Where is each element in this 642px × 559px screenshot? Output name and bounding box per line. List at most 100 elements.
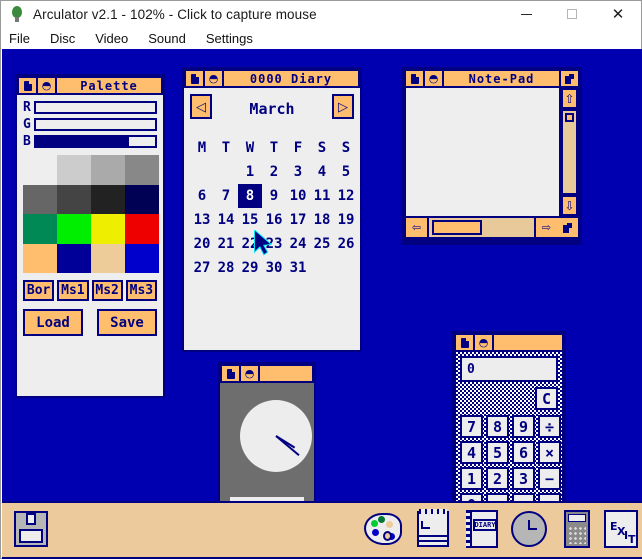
calendar-day-9[interactable]: 9 [262, 184, 286, 208]
calendar-day-24[interactable]: 24 [286, 232, 310, 256]
slider-g[interactable] [34, 118, 157, 131]
store-icon[interactable] [186, 71, 205, 86]
calendar-day-11[interactable]: 11 [310, 184, 334, 208]
calendar-grid[interactable]: MTWTFSS123456789101112131415161718192021… [190, 136, 358, 280]
calendar-day-21[interactable]: 21 [214, 232, 238, 256]
iconbar-diary-icon[interactable]: DIARY [460, 507, 504, 551]
calculator-key-4[interactable]: 4 [460, 441, 483, 464]
calendar-day-6[interactable]: 6 [190, 184, 214, 208]
color-swatch-9[interactable] [57, 214, 91, 244]
color-swatch-8[interactable] [23, 214, 57, 244]
calendar-day-10[interactable]: 10 [286, 184, 310, 208]
mouse3-button[interactable]: Ms3 [126, 280, 157, 301]
calendar-day-12[interactable]: 12 [334, 184, 358, 208]
color-swatch-3[interactable] [125, 155, 159, 185]
menu-disc[interactable]: Disc [50, 31, 75, 46]
toggle-size-icon[interactable] [559, 71, 578, 86]
store-icon[interactable] [456, 335, 475, 350]
calendar-day-28[interactable]: 28 [214, 256, 238, 280]
palette-window[interactable]: ◓ Palette R G B Bor M [15, 74, 165, 398]
iconbar-exit-icon[interactable]: E X I T [600, 507, 642, 551]
calculator-key-3[interactable]: 3 [512, 467, 535, 490]
slider-row-b[interactable]: B [23, 134, 157, 149]
slider-r[interactable] [34, 101, 157, 114]
calendar-day-16[interactable]: 16 [262, 208, 286, 232]
slider-row-g[interactable]: G [23, 117, 157, 132]
calculator-key-7[interactable]: 7 [460, 415, 483, 438]
iconbar-save-icon[interactable] [10, 507, 54, 551]
menu-file[interactable]: File [9, 31, 30, 46]
calendar-day-29[interactable]: 29 [238, 256, 262, 280]
color-swatch-1[interactable] [57, 155, 91, 185]
calculator-key-8[interactable]: 8 [486, 415, 509, 438]
save-button[interactable]: Save [97, 309, 157, 336]
color-swatch-15[interactable] [125, 244, 159, 274]
menu-settings[interactable]: Settings [206, 31, 253, 46]
mouse2-button[interactable]: Ms2 [92, 280, 123, 301]
close-icon[interactable]: ◓ [241, 366, 260, 381]
menu-video[interactable]: Video [95, 31, 128, 46]
calculator-key-2[interactable]: 2 [486, 467, 509, 490]
calendar-day-14[interactable]: 14 [214, 208, 238, 232]
calculator-titlebar[interactable]: ◓ [454, 333, 564, 352]
slider-row-r[interactable]: R [23, 100, 157, 115]
calendar-day-4[interactable]: 4 [310, 160, 334, 184]
diary-titlebar[interactable]: ◓ 0000 Diary [184, 69, 360, 88]
color-swatch-12[interactable] [23, 244, 57, 274]
calculator-key-6[interactable]: 6 [512, 441, 535, 464]
scroll-down-icon[interactable]: ⇩ [561, 195, 578, 216]
calendar-day-1[interactable]: 1 [238, 160, 262, 184]
close-button[interactable]: ✕ [595, 1, 641, 27]
resize-handle-icon[interactable] [557, 218, 578, 237]
maximize-button[interactable] [549, 1, 595, 27]
calendar-day-26[interactable]: 26 [334, 232, 358, 256]
close-icon[interactable]: ◓ [425, 71, 444, 86]
calendar-day-31[interactable]: 31 [286, 256, 310, 280]
calendar-day-27[interactable]: 27 [190, 256, 214, 280]
riscos-desktop[interactable]: ◓ Palette R G B Bor M [2, 49, 642, 559]
mouse1-button[interactable]: Ms1 [57, 280, 88, 301]
calculator-key-clear[interactable]: C [535, 387, 558, 410]
vertical-scroll-track[interactable] [561, 109, 578, 195]
iconbar-palette-icon[interactable] [362, 507, 406, 551]
calendar-day-18[interactable]: 18 [310, 208, 334, 232]
color-swatch-grid[interactable] [23, 155, 159, 273]
notepad-text-area[interactable] [404, 88, 559, 218]
slider-b[interactable] [34, 135, 157, 148]
close-icon[interactable]: ◓ [205, 71, 224, 86]
palette-titlebar[interactable]: ◓ Palette [17, 76, 163, 95]
calendar-day-30[interactable]: 30 [262, 256, 286, 280]
color-swatch-2[interactable] [91, 155, 125, 185]
color-swatch-14[interactable] [91, 244, 125, 274]
iconbar-clock-icon[interactable] [507, 507, 551, 551]
scroll-left-icon[interactable]: ⇦ [406, 218, 427, 237]
calendar-day-3[interactable]: 3 [286, 160, 310, 184]
notepad-window[interactable]: ◓ Note-Pad ⇧ ⇩ ⇦ ⇨ [402, 67, 582, 245]
scroll-right-icon[interactable]: ⇨ [536, 218, 557, 237]
color-swatch-0[interactable] [23, 155, 57, 185]
calendar-day-7[interactable]: 7 [214, 184, 238, 208]
close-icon[interactable]: ◓ [475, 335, 494, 350]
calendar-day-17[interactable]: 17 [286, 208, 310, 232]
load-button[interactable]: Load [23, 309, 83, 336]
color-swatch-7[interactable] [125, 185, 159, 215]
calendar-day-5[interactable]: 5 [334, 160, 358, 184]
menu-sound[interactable]: Sound [148, 31, 186, 46]
calendar-day-2[interactable]: 2 [262, 160, 286, 184]
diary-window[interactable]: ◓ 0000 Diary ◁ ▷ March MTWTFSS1234567891… [182, 67, 362, 352]
border-button[interactable]: Bor [23, 280, 54, 301]
calendar-day-20[interactable]: 20 [190, 232, 214, 256]
scroll-up-icon[interactable]: ⇧ [561, 88, 578, 109]
store-icon[interactable] [406, 71, 425, 86]
notepad-vertical-scrollbar[interactable]: ⇧ ⇩ [559, 88, 580, 218]
calendar-day-13[interactable]: 13 [190, 208, 214, 232]
calendar-day-15[interactable]: 15 [238, 208, 262, 232]
store-icon[interactable] [222, 366, 241, 381]
notepad-titlebar[interactable]: ◓ Note-Pad [404, 69, 580, 88]
color-swatch-11[interactable] [125, 214, 159, 244]
calculator-key-÷[interactable]: ÷ [538, 415, 561, 438]
store-icon[interactable] [19, 78, 38, 93]
iconbar-notepad-icon[interactable] [412, 507, 456, 551]
calculator-key-×[interactable]: × [538, 441, 561, 464]
close-icon[interactable]: ◓ [38, 78, 57, 93]
